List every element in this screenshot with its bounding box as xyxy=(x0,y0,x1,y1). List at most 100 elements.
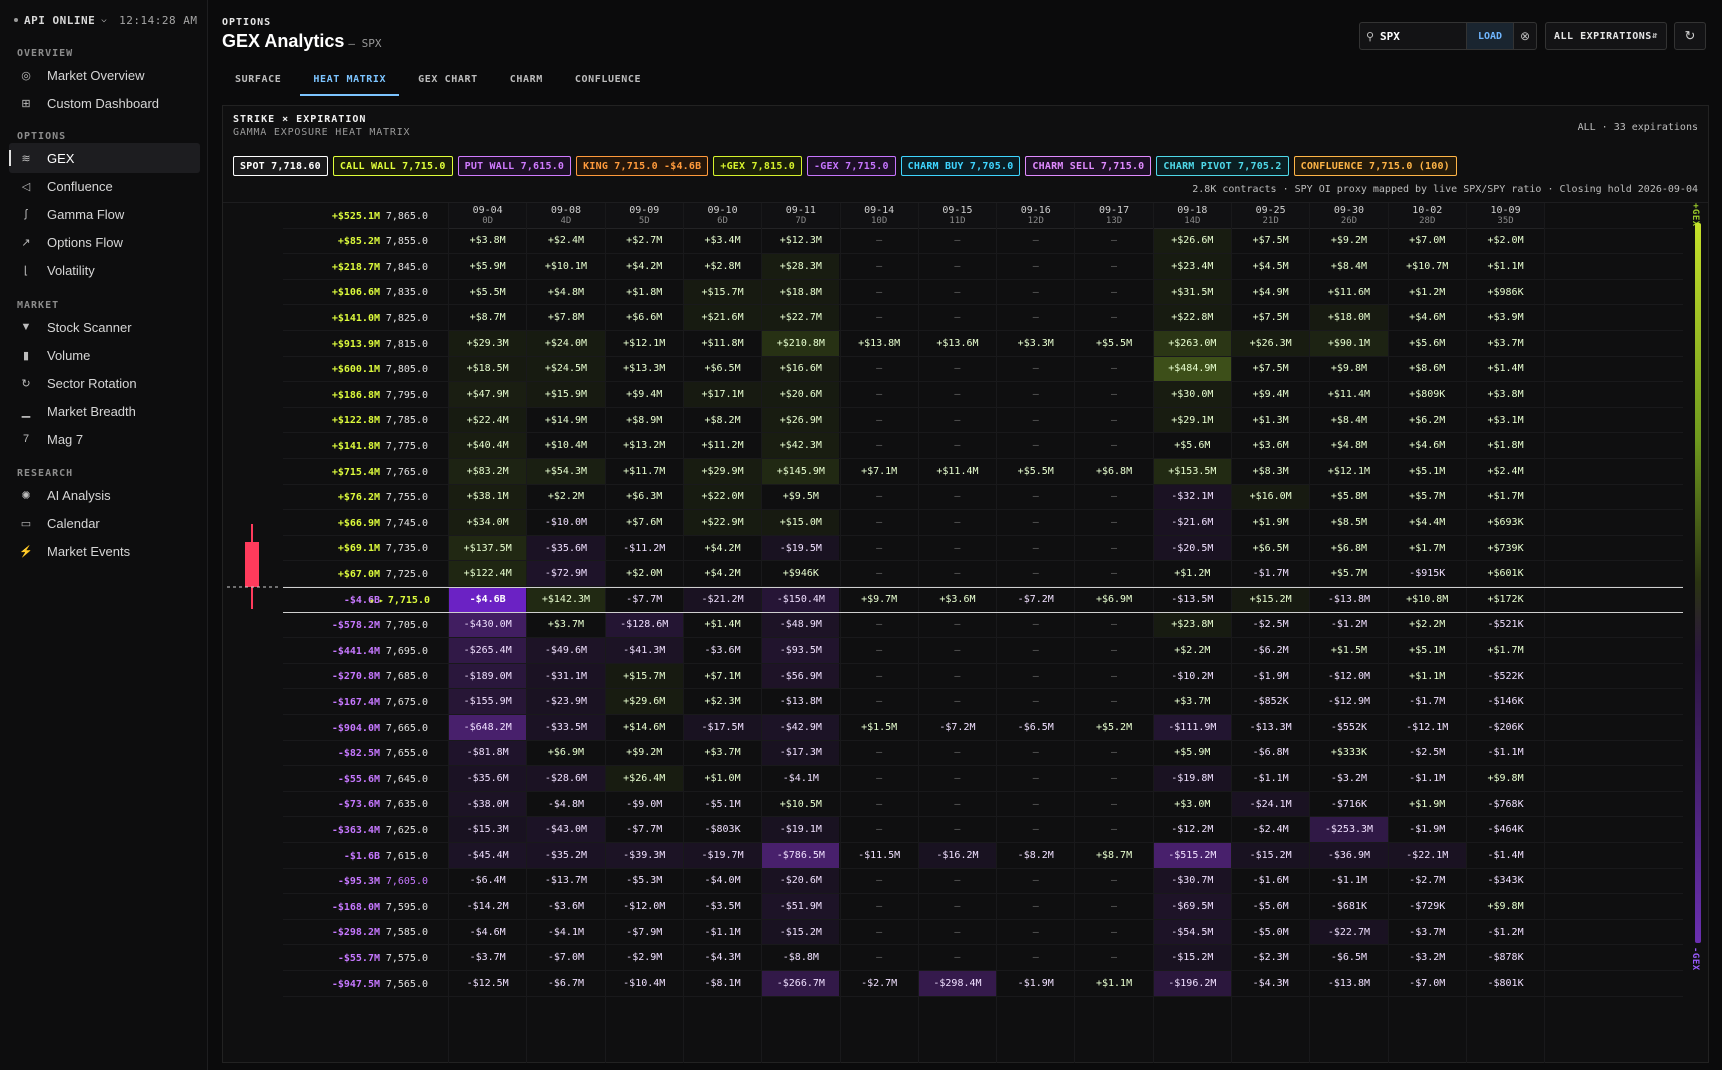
gex-cell[interactable]: -$298.4M xyxy=(918,971,997,996)
gex-cell[interactable]: -$11.5M xyxy=(841,843,918,868)
gex-cell[interactable]: -$522K xyxy=(1467,664,1544,689)
gex-cell[interactable]: -$7.2M xyxy=(997,587,1074,612)
gex-cell[interactable]: -$3.2M xyxy=(1310,766,1387,791)
gex-cell[interactable]: +$8.9M xyxy=(606,408,683,433)
gex-cell[interactable]: +$10.8M xyxy=(1389,587,1466,612)
gex-cell[interactable]: -$45.4M xyxy=(449,843,527,868)
gex-cell[interactable]: +$47.9M xyxy=(449,382,527,407)
sidebar-item-gex[interactable]: ≋ GEX xyxy=(9,143,200,173)
gex-cell[interactable]: +$6.9M xyxy=(1075,587,1152,612)
gex-cell[interactable]: — xyxy=(919,766,996,791)
gex-cell[interactable]: -$430.0M xyxy=(449,612,527,638)
expiration-header[interactable]: 09-15 11D xyxy=(918,203,997,229)
gex-cell[interactable]: — xyxy=(997,229,1074,254)
gex-cell[interactable]: — xyxy=(997,792,1074,817)
gex-cell[interactable]: +$7.0M xyxy=(1389,229,1466,254)
gex-cell[interactable]: — xyxy=(919,433,996,458)
gex-cell[interactable]: +$739K xyxy=(1467,536,1544,561)
gex-cell[interactable]: -$7.7M xyxy=(606,587,683,612)
gex-cell[interactable]: +$153.5M xyxy=(1153,459,1231,484)
sidebar-item-volume[interactable]: ▮ Volume xyxy=(9,340,200,370)
gex-cell[interactable]: — xyxy=(1075,613,1152,638)
gex-cell[interactable]: +$29.3M xyxy=(449,331,527,356)
gex-cell[interactable]: -$33.5M xyxy=(527,715,605,740)
gex-cell[interactable]: +$2.0M xyxy=(1467,229,1544,254)
gex-cell[interactable]: +$11.4M xyxy=(919,459,996,484)
expiration-header[interactable]: 09-09 5D xyxy=(605,203,683,229)
gex-cell[interactable]: — xyxy=(997,894,1074,919)
gex-cell[interactable]: — xyxy=(841,741,918,766)
sidebar-item-custom-dashboard[interactable]: ⊞ Custom Dashboard xyxy=(9,88,200,118)
gex-cell[interactable]: +$11.4M xyxy=(1310,382,1387,407)
gex-cell[interactable]: +$23.8M xyxy=(1153,612,1231,638)
gex-cell[interactable]: -$35.2M xyxy=(527,843,605,868)
gex-cell[interactable]: -$2.3M xyxy=(1232,945,1309,970)
gex-cell[interactable]: +$8.2M xyxy=(684,408,761,433)
gex-cell[interactable]: +$2.7M xyxy=(606,229,683,254)
gex-cell[interactable]: +$42.3M xyxy=(762,433,840,458)
gex-cell[interactable]: — xyxy=(997,433,1074,458)
gex-cell[interactable]: -$39.3M xyxy=(605,843,683,868)
expiration-select[interactable]: ALL EXPIRATIONS ⇵ xyxy=(1545,22,1667,50)
refresh-button[interactable]: ↻ xyxy=(1674,22,1706,50)
gex-cell[interactable]: — xyxy=(1075,920,1152,945)
gex-cell[interactable]: +$1.4M xyxy=(1467,357,1544,382)
gex-cell[interactable]: -$6.8M xyxy=(1232,741,1309,766)
gex-cell[interactable]: -$1.1M xyxy=(1232,766,1309,791)
gex-cell[interactable]: +$1.2M xyxy=(1389,280,1466,305)
gex-cell[interactable]: +$2.0M xyxy=(606,561,683,586)
gex-cell[interactable]: -$10.2M xyxy=(1154,664,1231,689)
expiration-header[interactable]: 09-14 10D xyxy=(840,203,918,229)
gex-cell[interactable]: -$22.1M xyxy=(1388,843,1466,868)
gex-cell[interactable]: — xyxy=(919,305,996,330)
gex-cell[interactable]: — xyxy=(841,766,918,791)
gex-cell[interactable]: -$155.9M xyxy=(449,689,527,714)
gex-cell[interactable]: -$6.5M xyxy=(997,715,1074,740)
gex-cell[interactable]: +$3.3M xyxy=(997,331,1074,356)
gex-cell[interactable]: +$5.9M xyxy=(1154,741,1231,766)
gex-cell[interactable]: -$12.1M xyxy=(1389,715,1466,740)
gex-cell[interactable]: +$1.7M xyxy=(1467,485,1544,510)
gex-cell[interactable]: — xyxy=(841,689,918,714)
gex-cell[interactable]: — xyxy=(997,561,1074,586)
gex-cell[interactable]: -$464K xyxy=(1467,817,1544,842)
gex-cell[interactable]: -$3.7M xyxy=(1389,920,1466,945)
gex-cell[interactable]: -$1.7M xyxy=(1389,689,1466,714)
gex-cell[interactable]: — xyxy=(997,817,1074,842)
gex-cell[interactable]: +$3.8M xyxy=(449,229,526,254)
gex-cell[interactable]: -$15.3M xyxy=(449,817,527,842)
gex-cell[interactable]: +$333K xyxy=(1310,741,1387,766)
gex-cell[interactable]: -$3.5M xyxy=(684,894,761,919)
gex-cell[interactable]: — xyxy=(841,536,918,561)
gex-cell[interactable]: — xyxy=(1075,536,1152,561)
gex-cell[interactable]: +$5.5M xyxy=(997,459,1074,484)
gex-cell[interactable]: -$43.0M xyxy=(527,817,605,842)
gex-cell[interactable]: -$12.5M xyxy=(449,971,526,996)
gex-cell[interactable]: -$56.9M xyxy=(762,663,840,689)
gex-cell[interactable]: +$11.6M xyxy=(1310,280,1387,305)
gex-cell[interactable]: +$6.3M xyxy=(606,485,683,510)
gex-cell[interactable]: -$648.2M xyxy=(449,715,527,740)
gex-cell[interactable]: +$6.5M xyxy=(684,357,761,382)
gex-cell[interactable]: +$3.0M xyxy=(1154,792,1231,817)
gex-cell[interactable]: — xyxy=(841,382,918,407)
gex-cell[interactable]: +$40.4M xyxy=(449,433,527,458)
sidebar-item-ai-analysis[interactable]: ✺ AI Analysis xyxy=(9,480,200,510)
gex-cell[interactable]: +$21.6M xyxy=(683,305,762,330)
gex-cell[interactable]: — xyxy=(997,357,1074,382)
gex-cell[interactable]: +$5.5M xyxy=(1075,331,1152,356)
gex-cell[interactable]: — xyxy=(919,664,996,689)
gex-cell[interactable]: — xyxy=(841,433,918,458)
gex-cell[interactable]: +$5.8M xyxy=(1310,485,1387,510)
gex-cell[interactable]: — xyxy=(919,792,996,817)
sidebar-item-stock-scanner[interactable]: ▼ Stock Scanner xyxy=(9,312,200,342)
gex-cell[interactable]: +$6.2M xyxy=(1389,408,1466,433)
gex-cell[interactable]: — xyxy=(919,382,996,407)
gex-cell[interactable]: +$9.5M xyxy=(762,485,839,510)
gex-cell[interactable]: — xyxy=(919,561,996,586)
gex-cell[interactable]: -$22.7M xyxy=(1310,919,1388,945)
gex-cell[interactable]: -$803K xyxy=(684,817,761,842)
gex-cell[interactable]: -$253.3M xyxy=(1310,817,1388,842)
gex-cell[interactable]: +$4.4M xyxy=(1389,510,1466,535)
gex-cell[interactable]: +$2.2M xyxy=(1154,638,1231,663)
